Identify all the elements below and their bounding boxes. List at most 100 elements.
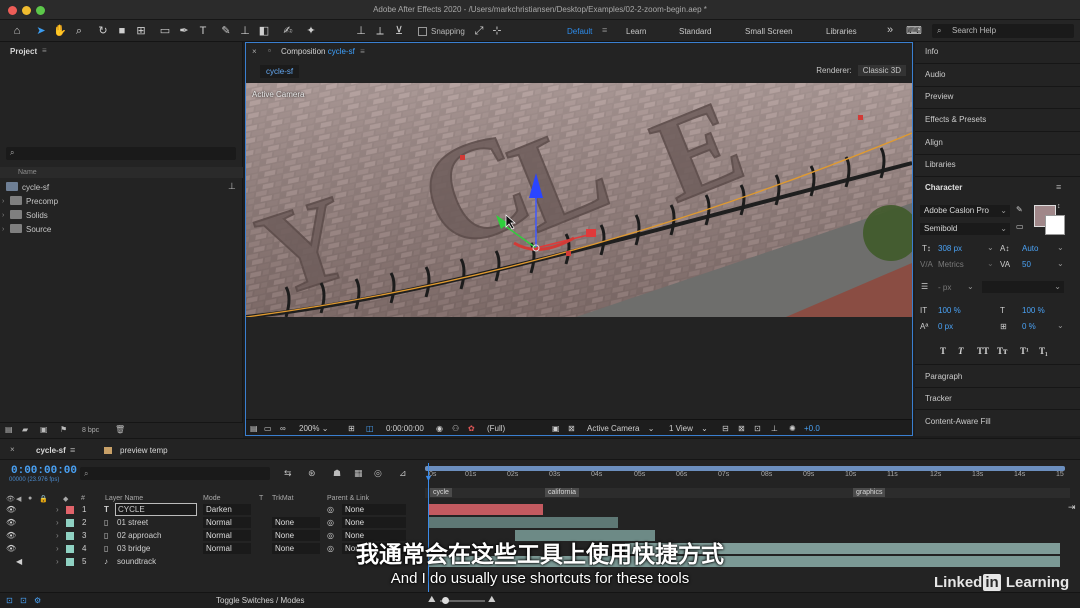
color-channel-icon[interactable]: ✿: [468, 424, 475, 433]
t-column-header[interactable]: T: [259, 495, 263, 502]
grid-icon[interactable]: ⊞: [348, 424, 355, 433]
roto-brush-tool-icon[interactable]: ✍: [281, 24, 295, 38]
region-of-interest-icon[interactable]: ▣: [552, 424, 560, 433]
tsume-value[interactable]: 0 %: [1022, 322, 1036, 331]
project-name-header[interactable]: Name: [0, 167, 243, 178]
disclosure-triangle-icon[interactable]: ›: [2, 223, 4, 236]
timeline-zoom-slider[interactable]: [440, 597, 485, 604]
composition-tab[interactable]: Composition cycle-sf ≡: [281, 47, 365, 56]
show-snapshot-icon[interactable]: ⚇: [452, 424, 459, 433]
small-caps-button[interactable]: Tт: [997, 346, 1007, 356]
chevron-down-icon[interactable]: ⌄: [987, 243, 994, 252]
trash-icon[interactable]: 🗑: [115, 425, 125, 434]
rectangle-tool-icon[interactable]: ▭: [158, 24, 172, 38]
disclosure-triangle-icon[interactable]: ›: [56, 505, 59, 514]
layer-name-column-header[interactable]: Layer Name: [105, 495, 143, 502]
layer-trkmat-dropdown[interactable]: None: [272, 517, 320, 528]
font-family-dropdown[interactable]: Adobe Caslon Pro ⌄: [920, 205, 1010, 217]
horizontal-scale-value[interactable]: 100 %: [1022, 306, 1045, 315]
faux-italic-button[interactable]: T: [958, 346, 964, 356]
disclosure-triangle-icon[interactable]: ›: [2, 195, 4, 208]
vr-icon[interactable]: ∞: [280, 424, 286, 433]
audio-panel-tab[interactable]: Audio: [925, 70, 945, 79]
chevron-down-icon[interactable]: ⌄: [967, 282, 974, 291]
layer-row-2[interactable]: 👁 › 2 ▯ 01 street Normal None ◎ None: [0, 516, 422, 529]
sync-settings-icon[interactable]: ⌨: [906, 24, 922, 38]
toggle-switches-modes-button[interactable]: Toggle Switches / Modes: [216, 596, 305, 605]
paragraph-panel-tab[interactable]: Paragraph: [925, 372, 962, 381]
pen-tool-icon[interactable]: ✒: [177, 24, 191, 38]
timeline-current-time[interactable]: 0:00:00:00: [11, 465, 77, 477]
mode-column-header[interactable]: Mode: [203, 495, 221, 502]
more-workspaces-icon[interactable]: »: [887, 24, 893, 36]
eyedropper-icon[interactable]: ✎: [1016, 205, 1023, 214]
eraser-tool-icon[interactable]: ◧: [257, 24, 271, 38]
search-help-field[interactable]: ⌕ Search Help: [932, 24, 1074, 38]
layer-duration-bar[interactable]: [428, 517, 618, 528]
panel-menu-icon[interactable]: ≡: [360, 47, 365, 56]
puppet-tool-icon[interactable]: ✦: [304, 24, 318, 38]
timeline-tab-cycle-sf[interactable]: cycle-sf: [36, 446, 66, 455]
layer-name[interactable]: 01 street: [117, 518, 148, 527]
font-style-dropdown[interactable]: Semibold ⌄: [920, 223, 1010, 235]
layer-parent-dropdown[interactable]: None: [342, 517, 406, 528]
pickwhip-icon[interactable]: ◎: [327, 518, 334, 527]
comp-marker[interactable]: california: [545, 488, 580, 497]
tracking-value[interactable]: 50: [1022, 260, 1031, 269]
mask-visibility-icon[interactable]: ◫: [366, 424, 374, 433]
number-column-header[interactable]: #: [81, 495, 85, 502]
home-icon[interactable]: ⌂: [10, 24, 24, 38]
new-composition-icon[interactable]: ▣: [40, 425, 48, 434]
comp-mini-flowchart-icon[interactable]: ⇆: [284, 468, 292, 479]
libraries-panel-tab[interactable]: Libraries: [925, 160, 956, 169]
hand-tool-icon[interactable]: ✋: [53, 24, 67, 38]
project-item-cycle-sf[interactable]: cycle-sf: [6, 181, 49, 194]
timeline-icon[interactable]: ⊡: [754, 424, 761, 433]
flowchart-icon[interactable]: ⊥: [228, 181, 236, 192]
trkmat-column-header[interactable]: TrkMat: [272, 495, 294, 502]
brush-tool-icon[interactable]: ✎: [219, 24, 233, 38]
chevron-down-icon[interactable]: ⌄: [1057, 259, 1064, 268]
lock-icon[interactable]: ▫: [268, 46, 271, 55]
camera-tool-icon[interactable]: ■: [115, 24, 129, 38]
layer-switches-icon[interactable]: ⊡: [6, 596, 13, 605]
parent-link-column-header[interactable]: Parent & Link: [327, 495, 369, 502]
view-dropdown[interactable]: Active Camera ⌄: [587, 424, 654, 433]
zoom-tool-icon[interactable]: ⌕: [72, 24, 86, 38]
selection-tool-icon[interactable]: ➤: [34, 24, 48, 38]
layer-mode-dropdown[interactable]: Normal: [203, 517, 251, 528]
chevron-down-icon[interactable]: ⌄: [1057, 321, 1064, 330]
eye-icon[interactable]: 👁: [6, 505, 16, 514]
all-caps-button[interactable]: TT: [977, 346, 989, 356]
project-tab[interactable]: Project: [10, 47, 37, 56]
layer-row-1[interactable]: 👁 › 1 T CYCLE Darken ◎ None: [0, 503, 422, 516]
faux-bold-button[interactable]: T: [940, 346, 946, 356]
views-dropdown[interactable]: 1 View ⌄: [669, 424, 708, 433]
panel-menu-icon[interactable]: ≡: [70, 445, 75, 455]
renderer-control[interactable]: Renderer: Classic 3D: [816, 65, 906, 76]
font-size-value[interactable]: 308 px: [938, 244, 962, 253]
timing-icon[interactable]: ⚙: [34, 596, 41, 605]
leading-value[interactable]: Auto: [1022, 244, 1038, 253]
layer-name-field[interactable]: CYCLE: [115, 503, 197, 516]
world-axis-icon[interactable]: ⟂: [373, 24, 387, 38]
workspace-menu-icon[interactable]: ≡: [602, 25, 607, 35]
eye-icon[interactable]: 👁: [6, 518, 16, 527]
chevron-down-icon[interactable]: ⌄: [987, 259, 994, 268]
panel-menu-icon[interactable]: ≡: [1056, 182, 1061, 192]
layer-label-color[interactable]: [66, 506, 74, 514]
local-axis-icon[interactable]: ⊥: [354, 24, 368, 38]
project-menu-icon[interactable]: ≡: [42, 46, 47, 55]
zoom-dropdown[interactable]: 200% ⌄: [299, 424, 328, 433]
frame-blending-icon[interactable]: ▦: [354, 468, 363, 479]
close-tab-icon[interactable]: ×: [252, 47, 257, 56]
pan-behind-tool-icon[interactable]: ⊞: [134, 24, 148, 38]
always-preview-icon[interactable]: ▤: [250, 424, 258, 433]
zoom-out-icon[interactable]: ⛰: [428, 594, 436, 605]
composition-viewer[interactable]: Y C L E Active Camera: [246, 83, 912, 317]
workspace-small-screen[interactable]: Small Screen: [745, 27, 793, 36]
exposure-value[interactable]: +0.0: [804, 424, 820, 433]
adjust-settings-icon[interactable]: ⚑: [60, 425, 67, 434]
character-panel-title[interactable]: Character: [925, 183, 962, 192]
toggle-pixel-aspect-icon[interactable]: ⊟: [722, 424, 729, 433]
